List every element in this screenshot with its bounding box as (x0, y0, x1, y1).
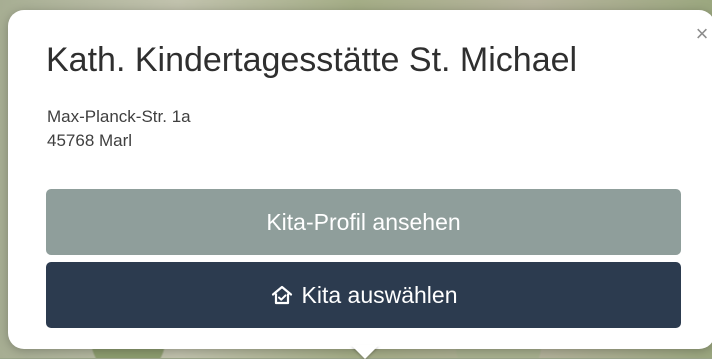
popup-pointer (351, 345, 379, 359)
select-kita-button[interactable]: Kita auswählen (46, 262, 681, 328)
close-button[interactable]: × (693, 22, 711, 46)
house-icon (270, 283, 294, 307)
view-kita-profile-label: Kita-Profil ansehen (266, 209, 461, 235)
street-address: Max-Planck-Str. 1a (47, 107, 191, 126)
select-kita-label: Kita auswählen (301, 282, 458, 308)
address-block: Max-Planck-Str. 1a 45768 Marl (47, 105, 191, 153)
popup-title: Kath. Kindertagesstätte St. Michael (46, 41, 578, 79)
view-kita-profile-button[interactable]: Kita-Profil ansehen (46, 189, 681, 255)
postal-city: 45768 Marl (47, 131, 133, 150)
